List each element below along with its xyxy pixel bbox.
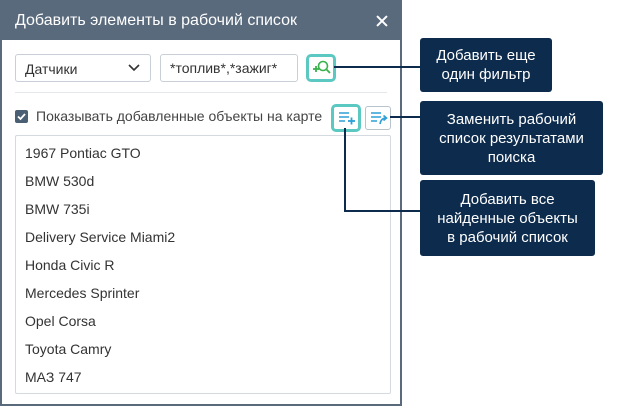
callout-text: в рабочий список — [447, 229, 568, 246]
callout-text: поиска — [487, 149, 536, 166]
dialog-title: Добавить элементы в рабочий список — [15, 12, 297, 29]
callout-connector — [344, 128, 346, 212]
add-filter-button[interactable] — [308, 56, 334, 80]
item-type-select[interactable]: Датчики — [15, 54, 151, 82]
list-replace-icon — [371, 112, 388, 125]
callout-replace: Заменить рабочий список результатами пои… — [420, 101, 603, 175]
callout-text: найденные объекты — [437, 210, 578, 227]
callout-text: Заменить рабочий — [446, 111, 577, 128]
callout-connector — [344, 210, 420, 212]
callout-add-all: Добавить все найденные объекты в рабочий… — [420, 180, 595, 256]
callout-text: список результатами — [439, 130, 584, 147]
check-icon — [17, 113, 26, 121]
add-filter-icon — [313, 60, 331, 74]
list-add-icon — [339, 112, 355, 125]
results-list: 1967 Pontiac GTO BMW 530d BMW 735i Deliv… — [15, 135, 391, 394]
list-item[interactable]: BMW 530d — [25, 173, 94, 189]
name-mask-input[interactable] — [160, 54, 298, 82]
callout-connector — [390, 116, 420, 118]
list-item[interactable]: Mercedes Sprinter — [25, 285, 139, 301]
callout-connector — [334, 66, 420, 68]
list-item[interactable]: МАЗ 747 — [25, 369, 82, 385]
callout-add-filter: Добавить еще один фильтр — [420, 38, 552, 92]
list-item[interactable]: Delivery Service Miami2 — [25, 229, 175, 245]
list-item[interactable]: Toyota Camry — [25, 341, 111, 357]
close-icon[interactable] — [370, 9, 394, 33]
callout-text: Добавить еще — [436, 47, 536, 64]
list-item[interactable]: Honda Civic R — [25, 257, 114, 273]
item-type-value: Датчики — [25, 61, 78, 77]
add-all-to-worklist-button[interactable] — [333, 106, 359, 130]
divider — [15, 92, 387, 93]
list-item[interactable]: 1967 Pontiac GTO — [25, 145, 141, 161]
callout-text: один фильтр — [441, 66, 531, 83]
list-item[interactable]: Opel Corsa — [25, 313, 96, 329]
dialog-header: Добавить элементы в рабочий список — [2, 2, 400, 40]
add-to-worklist-dialog: Добавить элементы в рабочий список Датчи… — [0, 0, 402, 406]
callout-text: Добавить все — [460, 191, 555, 208]
chevron-down-icon — [128, 64, 140, 72]
show-on-map-label: Показывать добавленные объекты на карте — [36, 108, 323, 124]
replace-worklist-button[interactable] — [365, 106, 391, 130]
show-on-map-checkbox[interactable] — [15, 110, 28, 123]
list-item[interactable]: BMW 735i — [25, 201, 90, 217]
